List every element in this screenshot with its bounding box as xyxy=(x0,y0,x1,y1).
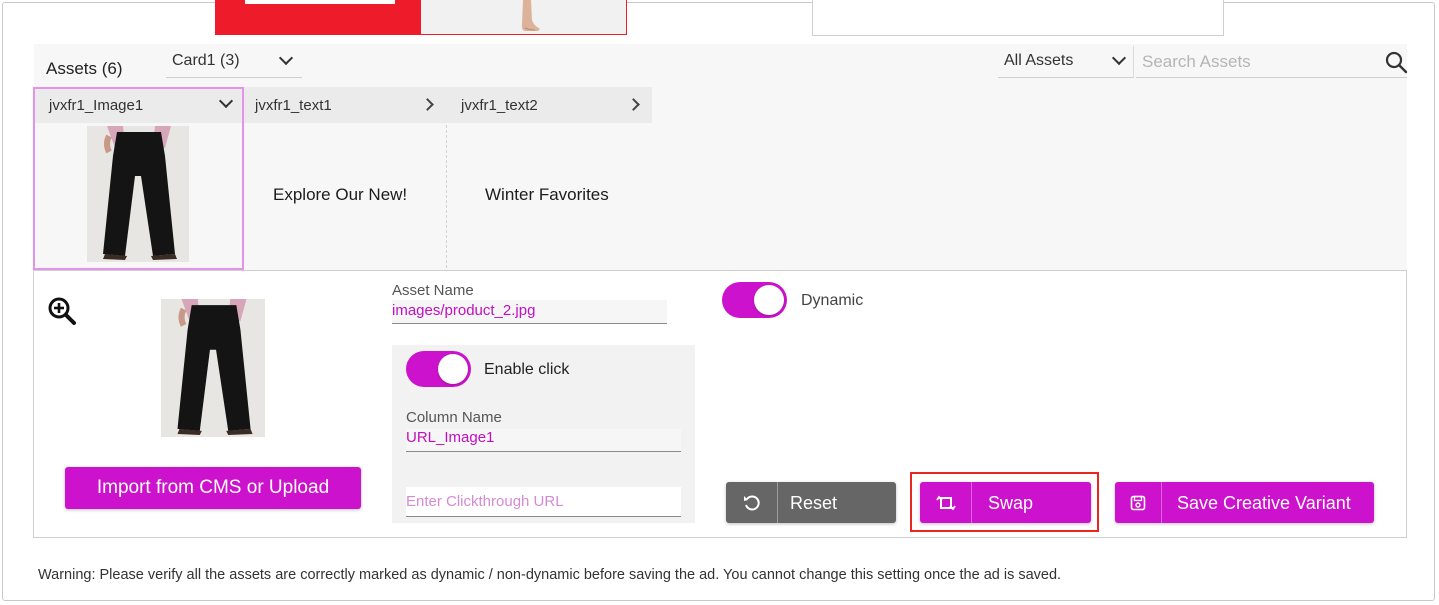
black-pants-product-image xyxy=(161,299,265,437)
selected-asset-outline xyxy=(33,87,244,270)
assets-title: Assets (6) xyxy=(46,59,123,78)
asset-text-cell[interactable]: Winter Favorites xyxy=(485,185,609,205)
asset-text-cell[interactable]: Explore Our New! xyxy=(273,185,407,205)
card-select[interactable]: Card1 (3) xyxy=(166,46,302,78)
swap-icon xyxy=(920,482,972,523)
import-upload-button[interactable]: Import from CMS or Upload xyxy=(65,467,361,509)
search-bar xyxy=(1136,46,1408,78)
preview-photo xyxy=(420,0,627,35)
asset-filter-select[interactable]: All Assets xyxy=(998,46,1134,78)
card-select-value: Card1 (3) xyxy=(172,52,240,69)
asset-name-label: Asset Name xyxy=(392,282,474,299)
search-icon[interactable] xyxy=(1384,50,1408,74)
asset-tab-label: jvxfr1_text1 xyxy=(255,97,332,114)
warning-text: Warning: Please verify all the assets ar… xyxy=(38,567,1062,583)
zoom-in-icon[interactable] xyxy=(47,296,77,326)
toggle-knob xyxy=(438,354,468,384)
column-name-field[interactable]: URL_Image1 xyxy=(406,429,681,452)
swap-button-label: Swap xyxy=(988,493,1034,513)
column-name-label: Column Name xyxy=(406,409,502,426)
clickthrough-url-input[interactable] xyxy=(406,487,681,517)
asset-preview-image xyxy=(161,299,265,437)
chevron-down-icon xyxy=(1111,50,1127,66)
toggle-knob xyxy=(754,285,784,315)
asset-tab-text1[interactable]: jvxfr1_text1 xyxy=(241,87,447,123)
swap-button[interactable]: Swap xyxy=(920,482,1091,523)
dynamic-label: Dynamic xyxy=(801,292,864,309)
feet-image xyxy=(521,0,540,31)
save-creative-variant-button[interactable]: Save Creative Variant xyxy=(1115,482,1374,523)
enable-click-toggle[interactable] xyxy=(406,351,471,387)
chevron-right-icon xyxy=(421,98,434,111)
dynamic-toggle[interactable] xyxy=(722,282,787,318)
reset-button[interactable]: Reset xyxy=(726,482,896,523)
save-icon xyxy=(1115,482,1162,523)
cell-divider xyxy=(446,125,447,268)
save-button-label: Save Creative Variant xyxy=(1177,493,1351,513)
preview-red-banner xyxy=(215,0,420,35)
reset-button-label: Reset xyxy=(790,493,838,513)
preview-text-box xyxy=(812,0,1224,36)
asset-filter-value: All Assets xyxy=(1004,52,1074,69)
search-input[interactable] xyxy=(1142,50,1372,74)
chevron-right-icon xyxy=(627,98,640,111)
asset-name-field[interactable]: images/product_2.jpg xyxy=(392,300,667,324)
asset-tab-text2[interactable]: jvxfr1_text2 xyxy=(447,87,652,123)
chevron-down-icon xyxy=(278,50,294,66)
undo-icon xyxy=(726,482,778,523)
enable-click-label: Enable click xyxy=(484,361,570,378)
asset-tab-label: jvxfr1_text2 xyxy=(461,97,538,114)
preview-banner-bar xyxy=(245,0,395,4)
